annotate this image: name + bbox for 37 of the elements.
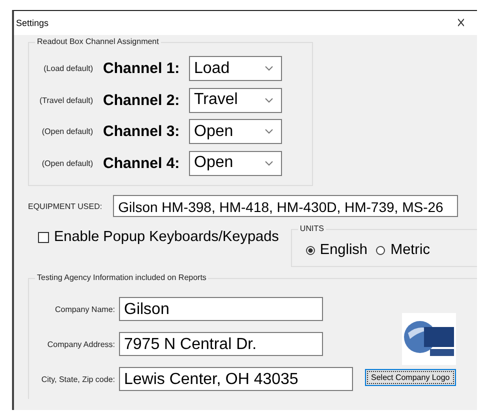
field-label: City, State, Zip code: <box>40 374 115 384</box>
default-note: (Open default) <box>40 158 93 168</box>
chevron-icon <box>265 129 273 134</box>
channel-dropdown[interactable]: Open <box>189 150 282 176</box>
field-label: Company Address: <box>46 340 115 348</box>
radio-label: English <box>320 242 368 258</box>
checkbox[interactable] <box>38 232 49 242</box>
logo-icon <box>402 313 456 365</box>
text-field[interactable]: Lewis Center, OH 43035 <box>119 367 353 391</box>
field-label: Company Name: <box>54 304 115 314</box>
equipment-label: EQUIPMENT USED: <box>28 202 102 210</box>
default-note: (Travel default) <box>38 96 93 105</box>
default-note: (Open default) <box>40 127 93 136</box>
channel-label: Channel 3: <box>103 123 181 140</box>
chevron-icon <box>265 160 273 166</box>
radio-button[interactable] <box>376 246 386 254</box>
radio-button[interactable] <box>306 246 315 254</box>
channel-dropdown[interactable]: Load <box>189 56 282 82</box>
select-logo-button[interactable]: Select Company Logo <box>365 369 456 386</box>
channel-label: Channel 4: <box>103 154 181 172</box>
channel-label: Channel 1: <box>103 60 181 78</box>
group-title: Readout Box Channel Assignment <box>35 37 161 46</box>
channel-dropdown[interactable]: Travel <box>189 88 282 113</box>
close-icon[interactable] <box>458 18 464 28</box>
chevron-icon <box>265 66 273 72</box>
checkbox-label: Enable Popup Keyboards/Keypads <box>54 229 279 245</box>
text-field[interactable]: 7975 N Central Dr. <box>119 332 323 356</box>
group-title: UNITS <box>298 224 326 233</box>
default-note: (Load default) <box>42 64 93 74</box>
channel-dropdown[interactable]: Open <box>189 119 282 144</box>
channel-label: Channel 2: <box>103 92 181 109</box>
window-title: Settings <box>16 18 49 28</box>
radio-label: Metric <box>390 242 430 258</box>
group-title: Testing Agency Information included on Reports <box>35 273 208 282</box>
text-field[interactable]: Gilson <box>119 297 323 321</box>
chevron-icon <box>265 98 273 103</box>
equipment-field[interactable]: Gilson HM-398, HM-418, HM-430D, HM-739, MS-26 <box>113 195 458 217</box>
